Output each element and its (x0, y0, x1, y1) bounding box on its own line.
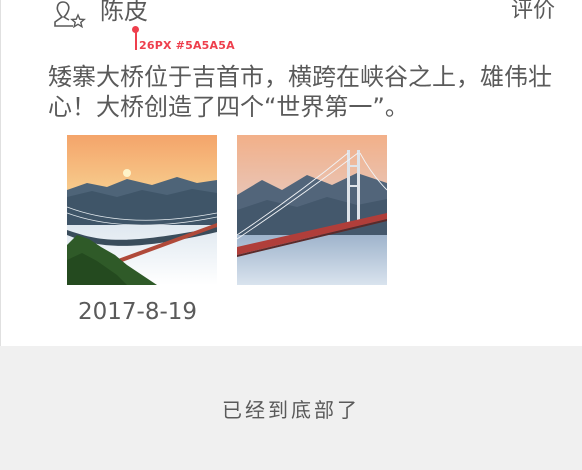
end-of-list-text: 已经到底部了 (222, 398, 360, 422)
user-name: 陈皮 (100, 0, 148, 25)
list-end-footer: 已经到底部了 (0, 346, 582, 470)
review-text: 矮寨大桥位于吉首市，横跨在峡谷之上，雄伟壮 心！大桥创造了四个“世界第一”。 (48, 63, 552, 121)
annotation-label: 26PX #5A5A5A (139, 39, 235, 52)
user-avatar-icon (51, 0, 87, 29)
review-page: 陈皮 评价 26PX #5A5A5A 矮寨大桥位于吉首市，横跨在峡谷之上，雄伟壮… (0, 0, 582, 470)
bridge-sunrise-photo[interactable] (67, 135, 217, 285)
review-card: 陈皮 评价 26PX #5A5A5A 矮寨大桥位于吉首市，横跨在峡谷之上，雄伟壮… (0, 0, 582, 346)
review-date: 2017-8-19 (78, 299, 198, 325)
annotation-marker-line (135, 30, 137, 50)
bridge-tower-photo[interactable] (237, 135, 387, 285)
review-button[interactable]: 评价 (511, 0, 555, 28)
